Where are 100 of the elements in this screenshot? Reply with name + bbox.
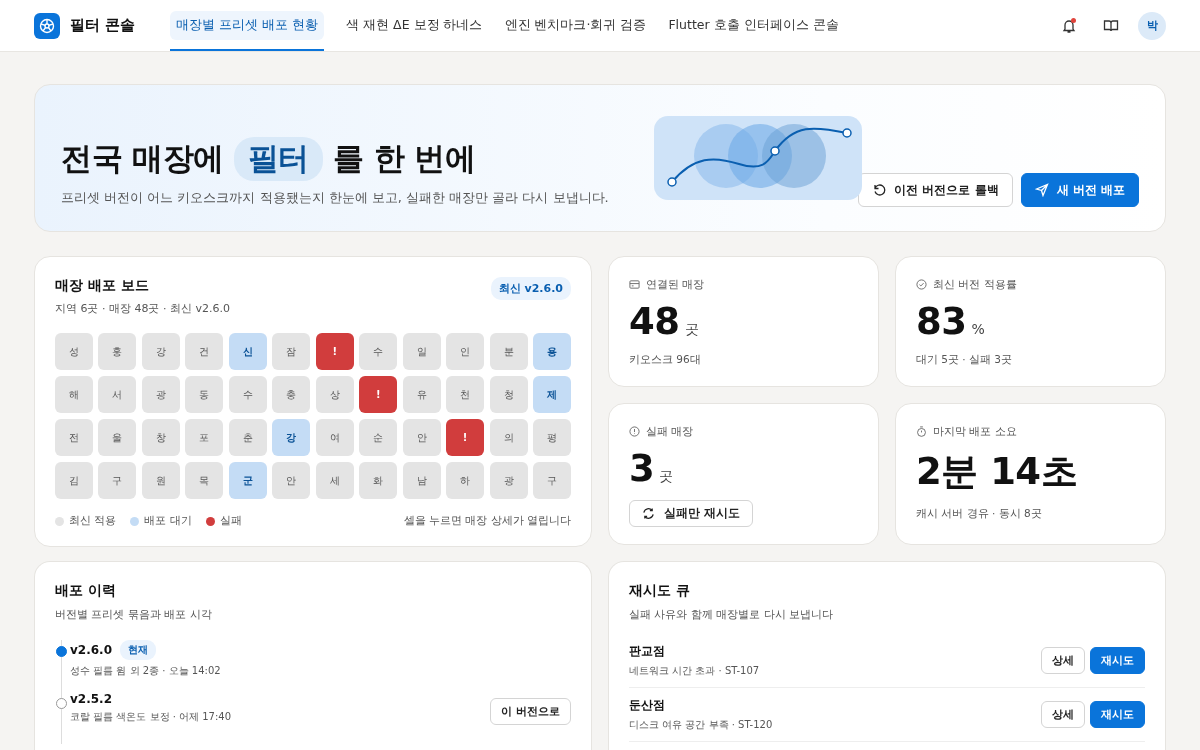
highlight-pill: 필터 <box>233 137 323 181</box>
book-icon[interactable] <box>1103 17 1119 34</box>
store-cell[interactable]: 광 <box>489 462 528 499</box>
nav-tab[interactable]: 색 재현 ΔE 보정 하네스 <box>337 0 492 51</box>
stat-unit: 곳 <box>659 468 674 486</box>
store-cell[interactable]: 화 <box>359 462 398 499</box>
store-cell[interactable]: 광 <box>141 376 180 413</box>
store-cell[interactable]: 의 <box>489 419 528 456</box>
store-cell[interactable]: 세 <box>315 462 354 499</box>
store-cell[interactable]: 여 <box>315 419 354 456</box>
store-cell[interactable]: 구 <box>98 462 137 499</box>
stat-value: 48 <box>629 300 680 343</box>
store-cell[interactable]: 유 <box>402 376 441 413</box>
store-cell[interactable]: 제 <box>533 376 571 413</box>
stat-label: 최신 버전 적용률 <box>933 277 1017 292</box>
logo-icon <box>34 12 60 39</box>
store-cell[interactable]: 수 <box>228 376 267 413</box>
nav-tab[interactable]: 엔진 벤치마크·회귀 검증 <box>495 0 656 51</box>
store-cell[interactable]: 하 <box>446 462 485 499</box>
legend-label: 배포 대기 <box>144 514 192 528</box>
store-cell[interactable]: 서 <box>98 376 137 413</box>
card-title: 재시도 큐 <box>629 582 691 600</box>
store-cell[interactable]: 상 <box>315 376 354 413</box>
store-cell[interactable]: 김 <box>55 462 93 499</box>
store-cell[interactable]: 신 <box>228 333 267 370</box>
card-subtitle: 버전별 프리셋 묶음과 배포 시각 <box>55 607 213 622</box>
detail-button[interactable]: 상세 <box>1041 647 1085 674</box>
store-cell[interactable]: 포 <box>185 419 224 456</box>
stat-caption: 캐시 서버 경유 · 동시 8곳 <box>916 507 1043 521</box>
store-cell[interactable]: ! <box>315 333 354 370</box>
hero-subtitle: 프리셋 버전이 어느 키오스크까지 적용됐는지 한눈에 보고, 실패한 매장만 골라 다시 보냅니다. <box>61 189 610 207</box>
restore-version-button[interactable]: 이 버전으로 <box>490 698 571 725</box>
version-meta: 성수 필름 윔 외 2종 · 오늘 14:02 <box>70 664 222 678</box>
store-cell[interactable]: 안 <box>272 462 311 499</box>
legend-label: 최신 적용 <box>69 514 117 528</box>
undo-icon <box>872 183 887 197</box>
store-cell[interactable]: 울 <box>98 419 137 456</box>
store-cell[interactable]: 구 <box>533 462 571 499</box>
store-cell[interactable]: 일 <box>402 333 441 370</box>
store-cell[interactable]: 전 <box>55 419 93 456</box>
retry-button[interactable]: 재시도 <box>1090 647 1145 674</box>
stat-caption: 키오스크 96대 <box>629 353 702 367</box>
stat-label: 연결된 매장 <box>646 277 705 292</box>
store-cell[interactable]: 충 <box>272 376 311 413</box>
stat-value: 2분 14초 <box>916 449 1078 495</box>
failure-reason: 네트워크 시간 초과 · ST-107 <box>629 664 761 678</box>
stat-label: 실패 매장 <box>646 424 694 439</box>
store-name: 둔산점 <box>629 697 666 714</box>
store-cell[interactable]: 홍 <box>98 333 137 370</box>
store-cell[interactable]: 창 <box>141 419 180 456</box>
store-cell[interactable]: 청 <box>489 376 528 413</box>
version-label: v2.6.0 <box>70 643 112 657</box>
retry-failed-button[interactable]: 실패만 재시도 <box>629 500 753 527</box>
store-cell[interactable]: 잠 <box>272 333 311 370</box>
store-cell[interactable]: 용 <box>533 333 571 370</box>
store-cell[interactable]: 목 <box>185 462 224 499</box>
store-name: 판교점 <box>629 643 666 660</box>
store-cell[interactable]: 수 <box>359 333 398 370</box>
deploy-button[interactable]: 새 버전 배포 <box>1020 173 1139 207</box>
nav-tab[interactable]: Flutter 호출 인터페이스 콘솔 <box>659 0 848 51</box>
stopwatch-icon <box>916 426 927 437</box>
rollback-button[interactable]: 이전 버전으로 롤백 <box>858 173 1013 207</box>
send-icon <box>1034 183 1049 197</box>
store-cell[interactable]: 분 <box>489 333 528 370</box>
stat-value: 83 <box>916 300 967 343</box>
avatar[interactable]: 박 <box>1138 11 1166 40</box>
stat-label: 마지막 배포 소요 <box>933 424 1017 439</box>
stat-unit: % <box>971 321 985 337</box>
version-label: v2.5.2 <box>70 692 112 706</box>
store-cell[interactable]: 건 <box>185 333 224 370</box>
detail-button[interactable]: 상세 <box>1041 701 1085 728</box>
app-title: 필터 콘솔 <box>70 16 136 35</box>
store-cell[interactable]: 강 <box>272 419 311 456</box>
hero-title: 전국 매장에 <box>61 139 224 178</box>
stat-unit: 곳 <box>684 321 699 339</box>
store-cell[interactable]: ! <box>359 376 398 413</box>
retry-button[interactable]: 재시도 <box>1090 701 1145 728</box>
legend-label: 실패 <box>219 514 242 528</box>
store-cell[interactable]: 천 <box>446 376 485 413</box>
store-cell[interactable]: 남 <box>402 462 441 499</box>
store-cell[interactable]: 동 <box>185 376 224 413</box>
stat-caption: 대기 5곳 · 실패 3곳 <box>916 353 1014 367</box>
failure-reason: 디스크 여유 공간 부족 · ST-120 <box>629 718 774 732</box>
store-cell[interactable]: 강 <box>141 333 180 370</box>
store-cell[interactable]: 안 <box>402 419 441 456</box>
version-badge: 최신 v2.6.0 <box>490 277 571 300</box>
store-cell[interactable]: ! <box>446 419 485 456</box>
hero-title: 를 한 번에 <box>332 139 476 178</box>
store-cell[interactable]: 평 <box>533 419 571 456</box>
stat-value: 3 <box>629 447 655 490</box>
store-cell[interactable]: 원 <box>141 462 180 499</box>
store-icon <box>629 279 640 290</box>
store-cell[interactable]: 순 <box>359 419 398 456</box>
bell-icon[interactable] <box>1061 17 1077 34</box>
store-cell[interactable]: 성 <box>55 333 93 370</box>
store-cell[interactable]: 해 <box>55 376 93 413</box>
store-cell[interactable]: 춘 <box>228 419 267 456</box>
card-subtitle: 실패 사유와 함께 매장별로 다시 보냅니다 <box>629 607 835 622</box>
store-cell[interactable]: 인 <box>446 333 485 370</box>
store-cell[interactable]: 군 <box>228 462 267 499</box>
